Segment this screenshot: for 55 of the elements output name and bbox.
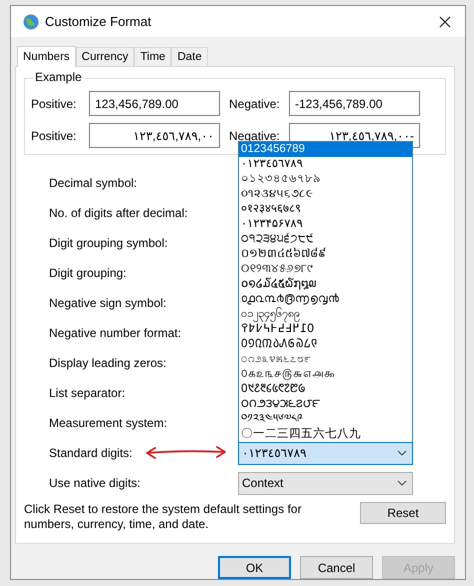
dropdown-option[interactable]: ൦൧൨൩൪൫൬൭൮൯ <box>239 292 412 306</box>
close-icon[interactable] <box>439 16 451 28</box>
setting-label: Display leading zeros: <box>49 356 166 370</box>
example-field: 123,456,789.00 <box>89 91 220 116</box>
tab[interactable]: Currency <box>76 47 134 66</box>
dropdown-option[interactable]: ໐໑໒໓໔໕໖໗໘໙ <box>239 276 412 292</box>
field-label: Positive: <box>31 128 78 142</box>
dropdown-option[interactable]: ૦૧૨૩૪૫૬૭૮૯ <box>239 186 412 202</box>
setting-label: Use native digits: <box>49 476 140 490</box>
dropdown[interactable]: ٠١٢٣٤٥٦٧٨٩ <box>238 442 413 464</box>
dropdown-option[interactable]: ᱐᱑᱒᱓᱔᱕᱖᱗᱘᱙ <box>239 382 412 396</box>
chevron-down-icon <box>397 480 407 486</box>
dropdown-option[interactable]: ०१२३४५६७८९ <box>239 202 412 216</box>
dropdown-option[interactable]: ٠١٢٣٤٥٦٧٨٩ <box>239 156 412 172</box>
example-field: -123,456,789.00 <box>289 91 420 116</box>
dropdown-option[interactable]: ੦੧੨੩੪੫੬੭੮੯ <box>239 232 412 246</box>
chevron-down-icon <box>397 450 407 456</box>
dropdown-option[interactable]: ০১২৩৪৫৬৭৮৯ <box>239 172 412 186</box>
dropdown-option[interactable]: ༠༡༢༣༤༥༦༧༨༩ <box>239 412 412 426</box>
dropdown-option[interactable]: ០១២៣៤៥៦៧៨៩ <box>239 246 412 262</box>
dropdown-option[interactable]: ౦౧౨౩౪౫౬౭౮౯ <box>239 396 412 412</box>
setting-label: Decimal symbol: <box>49 176 138 190</box>
dropdown-option[interactable]: 0123456789 <box>239 142 412 156</box>
setting-label: Digit grouping: <box>49 266 126 280</box>
setting-label: Negative number format: <box>49 326 182 340</box>
window-title: Customize Format <box>45 14 152 29</box>
setting-label: Digit grouping symbol: <box>49 236 168 250</box>
dropdown-option[interactable]: ୦୧୨୩୪୫୬୭୮୯ <box>239 262 412 276</box>
setting-label: List separator: <box>49 386 126 400</box>
dropdown[interactable]: Context <box>238 472 413 494</box>
setting-label: Standard digits: <box>49 446 132 460</box>
double-arrow-icon <box>144 446 228 460</box>
setting-label: Measurement system: <box>49 416 168 430</box>
dropdown-option[interactable]: ۰۱۲۳۴۵۶۷۸۹ <box>239 216 412 232</box>
tab[interactable]: Time <box>134 47 172 66</box>
dropdown-option[interactable]: ೦೧೨೩೪೫೬೭೮೯ <box>239 352 412 366</box>
dropdown-option[interactable]: ᠐᠑᠒᠓᠔᠕᠖᠗᠘᠙ <box>239 336 412 352</box>
setting-label: Negative sign symbol: <box>49 296 166 310</box>
dropdown-option[interactable]: 〇一二三四五六七八九 <box>239 426 412 442</box>
dropdown-option[interactable]: ߀߁߂߃߄߅߆߇߈߉ <box>239 322 412 336</box>
field-label: Negative: <box>229 96 281 110</box>
reset-button[interactable]: Reset <box>360 502 446 524</box>
field-label: Negative: <box>229 128 281 142</box>
globe-icon <box>22 12 40 30</box>
setting-label: No. of digits after decimal: <box>49 206 188 220</box>
dropdown-option[interactable]: ၀၁၂၃၄၅၆၇၈၉ <box>239 306 412 322</box>
group-title: Example <box>33 70 84 84</box>
hint-text: Click Reset to restore the system default settings for numbers, currency, time, and date. <box>24 502 302 532</box>
dialog-button[interactable]: OK <box>218 556 291 579</box>
tab[interactable]: Date <box>171 47 208 66</box>
dropdown-option[interactable]: ௦௧௨௩௪௫௬௭௮௯ <box>239 366 412 382</box>
dialog-button[interactable]: Cancel <box>300 556 373 579</box>
example-field: ١٢٣,٤٥٦,٧٨٩,٠٠ <box>89 123 220 148</box>
field-label: Positive: <box>31 96 78 110</box>
tab[interactable]: Numbers <box>17 46 76 67</box>
